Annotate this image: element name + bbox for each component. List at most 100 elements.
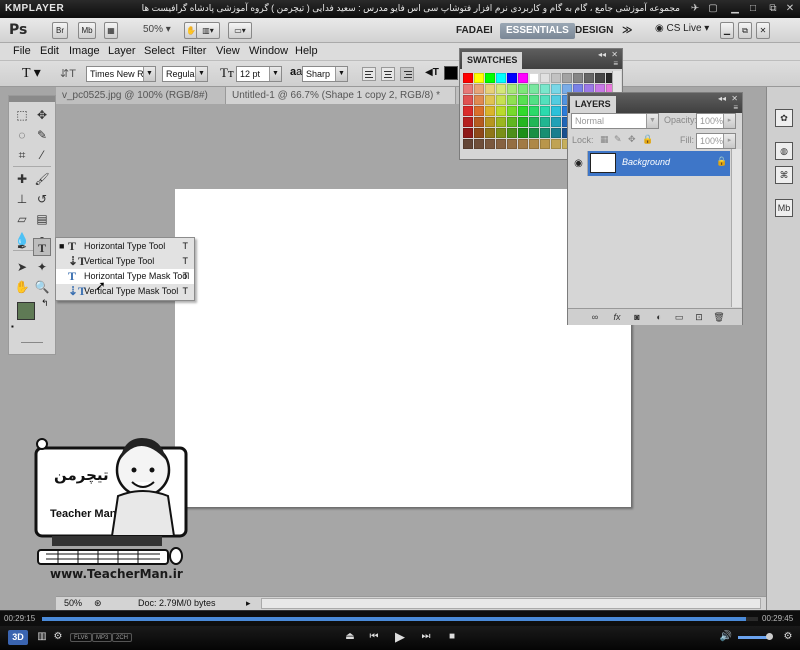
swatch-chip[interactable] xyxy=(529,117,539,127)
swatch-chip[interactable] xyxy=(507,139,517,149)
screen-mode-button[interactable]: ▭▾ xyxy=(228,22,252,39)
font-size-select[interactable]: 12 pt ▼ xyxy=(236,66,282,82)
status-zoom[interactable]: 50% xyxy=(64,597,82,610)
ps-restore-icon[interactable]: ⧉ xyxy=(738,22,752,39)
lasso-tool-icon[interactable]: ◌ xyxy=(13,126,31,144)
equalizer-icon[interactable]: ⚙ xyxy=(50,631,66,642)
swatch-chip[interactable] xyxy=(518,117,528,127)
path-selection-tool-icon[interactable]: ➤ xyxy=(13,258,31,276)
menu-window[interactable]: Window xyxy=(249,45,288,57)
swatch-chip[interactable] xyxy=(485,139,495,149)
move-tool-icon[interactable]: ✥ xyxy=(33,106,51,124)
swatch-chip[interactable] xyxy=(529,73,539,83)
3d-mode-button[interactable]: 3D xyxy=(8,630,28,645)
swatch-chip[interactable] xyxy=(518,139,528,149)
ps-minimize-icon[interactable]: ▁ xyxy=(720,22,734,39)
document-canvas[interactable] xyxy=(175,189,631,507)
swatch-chip[interactable] xyxy=(518,128,528,138)
flyout-item-horizontal-type-mask[interactable]: T Horizontal Type Mask Tool T xyxy=(56,269,194,284)
swatch-chip[interactable] xyxy=(474,128,484,138)
adjustments-panel-icon[interactable]: ◍ xyxy=(775,142,793,160)
lock-transparency-icon[interactable]: ▦ xyxy=(600,134,609,145)
healing-brush-tool-icon[interactable]: ✚ xyxy=(13,170,31,188)
swatch-chip[interactable] xyxy=(474,106,484,116)
menu-help[interactable]: Help xyxy=(295,45,318,57)
swatch-chip[interactable] xyxy=(518,106,528,116)
swatch-chip[interactable] xyxy=(551,117,561,127)
new-group-icon[interactable]: ▭ xyxy=(672,311,686,323)
crop-tool-icon[interactable]: ⌗ xyxy=(13,146,31,164)
swatch-chip[interactable] xyxy=(573,73,583,83)
pen-tool-icon[interactable]: ✒ xyxy=(13,238,31,256)
swatch-chip[interactable] xyxy=(463,117,473,127)
swatch-chip[interactable] xyxy=(529,84,539,94)
fullscreen-icon[interactable]: ⧉ xyxy=(766,2,780,15)
layer-row-background[interactable]: ◉ Background 🔒 xyxy=(570,151,730,176)
swatch-chip[interactable] xyxy=(595,73,605,83)
layers-scrollbar[interactable] xyxy=(731,149,741,307)
new-layer-icon[interactable]: ⊡ xyxy=(692,311,706,323)
volume-icon[interactable]: 🔊 xyxy=(718,631,734,642)
settings-gear-icon[interactable]: ⚙ xyxy=(780,631,796,642)
layer-style-icon[interactable]: fx xyxy=(610,311,624,323)
eraser-tool-icon[interactable]: ▱ xyxy=(13,210,31,228)
swatch-chip[interactable] xyxy=(540,117,550,127)
swatch-chip[interactable] xyxy=(529,106,539,116)
swatch-chip[interactable] xyxy=(474,139,484,149)
swatch-chip[interactable] xyxy=(507,73,517,83)
swatch-chip[interactable] xyxy=(551,84,561,94)
warp-text-icon[interactable]: ◀T xyxy=(425,67,439,78)
marquee-tool-icon[interactable]: ⬚ xyxy=(13,106,31,124)
bridge-button[interactable]: Br xyxy=(52,22,68,39)
swatch-chip[interactable] xyxy=(540,73,550,83)
swatch-chip[interactable] xyxy=(507,106,517,116)
swatch-chip[interactable] xyxy=(463,106,473,116)
swatch-chip[interactable] xyxy=(485,106,495,116)
swatch-chip[interactable] xyxy=(507,128,517,138)
layers-panel-header[interactable]: LAYERS ◂◂ ✕ ≡ xyxy=(568,93,742,113)
swatches-tab[interactable]: SWATCHES xyxy=(462,52,523,69)
swatch-chip[interactable] xyxy=(540,139,550,149)
swatch-chip[interactable] xyxy=(474,84,484,94)
stop-icon[interactable]: ■ xyxy=(444,631,460,642)
swatch-chip[interactable] xyxy=(485,128,495,138)
default-colors-icon[interactable]: ▪ xyxy=(11,322,14,331)
swatch-chip[interactable] xyxy=(540,84,550,94)
status-menu-icon[interactable]: ▸ xyxy=(246,597,251,610)
mini-bridge-button[interactable]: Mb xyxy=(78,22,96,39)
menu-select[interactable]: Select xyxy=(144,45,175,57)
playlist-icon[interactable]: ▥ xyxy=(34,631,50,642)
blend-mode-select[interactable]: Normal ▼ xyxy=(571,113,659,129)
close-icon[interactable]: ✕ xyxy=(783,2,797,15)
swatch-chip[interactable] xyxy=(540,95,550,105)
quick-mask-icon[interactable] xyxy=(21,338,43,348)
swatch-chip[interactable] xyxy=(485,117,495,127)
link-layers-icon[interactable]: ∞ xyxy=(588,311,602,323)
eyedropper-tool-icon[interactable]: ⁄ xyxy=(33,146,51,164)
swatch-chip[interactable] xyxy=(551,106,561,116)
zoom-level-dropdown[interactable]: 50% ▾ xyxy=(143,24,171,35)
quick-selection-tool-icon[interactable]: ✎ xyxy=(33,126,51,144)
flyout-item-horizontal-type[interactable]: ■ T Horizontal Type Tool T xyxy=(56,239,194,254)
swatch-chip[interactable] xyxy=(551,95,561,105)
menu-image[interactable]: Image xyxy=(69,45,100,57)
collapse-icon[interactable]: ◂◂ xyxy=(598,50,606,59)
align-left-button[interactable] xyxy=(362,67,376,81)
align-center-button[interactable] xyxy=(381,67,395,81)
seek-track[interactable] xyxy=(42,617,758,621)
type-tool-preset-icon[interactable]: T ▾ xyxy=(22,65,41,82)
next-icon[interactable]: ⏭ xyxy=(418,631,434,642)
layers-tab[interactable]: LAYERS xyxy=(570,96,616,113)
arrange-documents-button[interactable]: ▥▾ xyxy=(196,22,220,39)
swatch-chip[interactable] xyxy=(496,117,506,127)
swatch-chip[interactable] xyxy=(518,84,528,94)
swatch-chip[interactable] xyxy=(540,106,550,116)
close-panel-icon[interactable]: ✕ xyxy=(611,50,618,59)
tools-panel-grip[interactable] xyxy=(9,96,55,102)
fill-field[interactable]: 100% ▸ xyxy=(696,133,736,149)
swatch-chip[interactable] xyxy=(529,128,539,138)
swatch-chip[interactable] xyxy=(551,73,561,83)
swatch-chip[interactable] xyxy=(507,84,517,94)
swatch-chip[interactable] xyxy=(485,73,495,83)
font-style-select[interactable]: Regular ▼ xyxy=(162,66,208,82)
